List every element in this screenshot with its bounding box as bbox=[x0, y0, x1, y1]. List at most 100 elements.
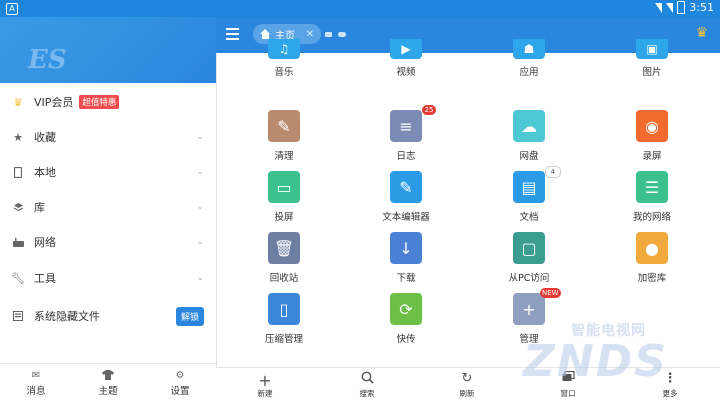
drawer-header: ES bbox=[0, 17, 216, 83]
notification-badge: 25 bbox=[422, 105, 436, 115]
grid-item-broom[interactable]: ✎ 清理 bbox=[229, 110, 339, 168]
grid-item-pc[interactable]: ▢ 从PC访问 bbox=[474, 232, 584, 290]
zip-icon: ▯ bbox=[268, 293, 300, 325]
new-button[interactable]: + 新建 bbox=[235, 371, 295, 399]
grid-item-transfer[interactable]: ⟳ 快传 bbox=[351, 293, 461, 351]
grid-item-android[interactable]: ☗ 应用 bbox=[474, 39, 584, 107]
grid-item-lock[interactable]: ● 加密库 bbox=[597, 232, 707, 290]
window-tab-icon[interactable] bbox=[325, 32, 332, 37]
theme-label: 主题 bbox=[98, 385, 118, 397]
grid-item-label: 回收站 bbox=[269, 273, 299, 284]
plus-icon: + bbox=[258, 371, 272, 390]
wrench-icon: 🔧︎ bbox=[11, 271, 25, 285]
chevron-down-icon: ⌄ bbox=[196, 202, 204, 212]
gear-icon: ⚙ bbox=[175, 369, 185, 381]
vip-crown-icon[interactable]: ♛ bbox=[695, 25, 708, 41]
menu-icon[interactable] bbox=[226, 28, 239, 40]
grid-item-label: 压缩管理 bbox=[264, 334, 303, 345]
messages-button[interactable]: ✉ 消息 bbox=[0, 364, 72, 402]
search-label: 搜索 bbox=[359, 389, 375, 398]
grid-item-download[interactable]: ↓ 下载 bbox=[351, 232, 461, 290]
wifi-icon bbox=[655, 2, 663, 13]
hidden-files-item[interactable]: 系统隐藏文件 解锁 bbox=[0, 299, 216, 333]
broom-icon: ✎ bbox=[268, 110, 300, 142]
grid-item-router[interactable]: ☰ 我的网络 bbox=[597, 171, 707, 229]
grid-item-label: 日志 bbox=[396, 151, 416, 162]
record-icon: ◉ bbox=[636, 110, 668, 142]
grid-item-cast[interactable]: ▭ 投屏 bbox=[229, 171, 339, 229]
transfer-icon: ⟳ bbox=[390, 293, 422, 325]
close-icon[interactable]: ✕ bbox=[306, 29, 314, 40]
notification-badge: NEW bbox=[540, 288, 561, 298]
grid-item-zip[interactable]: ▯ 压缩管理 bbox=[229, 293, 339, 351]
navigation-drawer: ES ♛ VIP会员 超值特惠 ★ 收藏 ⌄ 本地 ⌄ 库 ⌄ 网络 ⌄ 🔧︎ … bbox=[0, 17, 217, 402]
grid-item-edit[interactable]: ✎ 文本编辑器 bbox=[351, 171, 461, 229]
grid-item-record[interactable]: ◉ 录屏 bbox=[597, 110, 707, 168]
watermark-main: ZNDS bbox=[523, 336, 668, 387]
lock-icon: ● bbox=[636, 232, 668, 264]
grid-item-label: 加密库 bbox=[637, 273, 667, 284]
clock: 3:51 bbox=[689, 1, 714, 14]
android-icon: ☗ bbox=[513, 39, 545, 59]
drawer-item-label: 工具 bbox=[34, 272, 56, 285]
notification-badge: 4 bbox=[545, 166, 561, 178]
grid-item-label: 网盘 bbox=[519, 151, 539, 162]
grid-item-trash[interactable]: 🗑︎ 回收站 bbox=[229, 232, 339, 290]
grid-item-cloud[interactable]: ☁ 网盘 bbox=[474, 110, 584, 168]
drawer-item-favorites[interactable]: ★ 收藏 ⌄ bbox=[0, 120, 216, 154]
router-icon: ☰ bbox=[636, 171, 668, 203]
grid-item-label: 文档 bbox=[519, 212, 539, 223]
grid-item-label: 清理 bbox=[274, 151, 294, 162]
video-icon: ▶ bbox=[390, 39, 422, 59]
settings-button[interactable]: ⚙ 设置 bbox=[144, 364, 216, 402]
battery-icon bbox=[677, 1, 686, 14]
grid-item-music[interactable]: ♫ 音乐 bbox=[229, 39, 339, 107]
vip-promo-badge: 超值特惠 bbox=[79, 95, 120, 109]
grid-item-label: 图片 bbox=[642, 67, 662, 78]
home-icon bbox=[260, 29, 271, 39]
message-icon: ✉ bbox=[31, 369, 41, 381]
messages-label: 消息 bbox=[26, 385, 46, 397]
grid-item-label: 快传 bbox=[396, 334, 416, 345]
drawer-item-tools[interactable]: 🔧︎ 工具 ⌄ bbox=[0, 261, 216, 295]
chevron-down-icon: ⌄ bbox=[196, 132, 204, 142]
layers-icon bbox=[12, 201, 24, 213]
drawer-item-library[interactable]: 库 ⌄ bbox=[0, 190, 216, 224]
vip-item[interactable]: ♛ VIP会员 超值特惠 bbox=[0, 85, 216, 119]
grid-item-document[interactable]: ▤ 4 文档 bbox=[474, 166, 584, 229]
drawer-item-label: 库 bbox=[34, 201, 45, 214]
hidden-file-icon bbox=[12, 310, 24, 322]
grid-item-label: 投屏 bbox=[274, 212, 294, 223]
refresh-button[interactable]: ↻ 刷新 bbox=[437, 371, 497, 399]
grid-item-label: 录屏 bbox=[642, 151, 662, 162]
drawer-item-network[interactable]: 网络 ⌄ bbox=[0, 225, 216, 259]
es-logo: ES bbox=[28, 45, 67, 75]
unlock-button[interactable]: 解锁 bbox=[175, 306, 204, 326]
notification-icon: A bbox=[6, 3, 18, 15]
trash-icon: 🗑︎ bbox=[268, 232, 300, 264]
search-icon bbox=[337, 371, 397, 388]
star-icon: ★ bbox=[13, 130, 23, 144]
grid-item-label: 下载 bbox=[396, 273, 416, 284]
shirt-icon bbox=[102, 369, 114, 383]
theme-button[interactable]: 主题 bbox=[72, 364, 144, 402]
image-icon: ▣ bbox=[636, 39, 668, 59]
edit-icon: ✎ bbox=[390, 171, 422, 203]
cloud-tab-icon[interactable] bbox=[338, 32, 346, 37]
new-label: 新建 bbox=[257, 389, 273, 398]
grid-item-video[interactable]: ▶ 视频 bbox=[351, 39, 461, 107]
music-icon: ♫ bbox=[268, 39, 300, 59]
chevron-down-icon: ⌄ bbox=[196, 167, 204, 177]
pc-icon: ▢ bbox=[513, 232, 545, 264]
network-icon bbox=[12, 236, 24, 248]
grid-item-log[interactable]: ≡ 25 日志 bbox=[351, 105, 461, 168]
signal-icon bbox=[666, 2, 674, 13]
search-button[interactable]: 搜索 bbox=[337, 371, 397, 399]
phone-icon bbox=[12, 166, 24, 178]
grid-item-image[interactable]: ▣ 图片 bbox=[597, 39, 707, 107]
drawer-item-local[interactable]: 本地 ⌄ bbox=[0, 155, 216, 189]
refresh-icon: ↻ bbox=[461, 371, 473, 386]
log-icon: ≡ bbox=[390, 110, 422, 142]
znds-watermark: 智能电视网 ZNDS bbox=[523, 320, 713, 390]
hidden-files-label: 系统隐藏文件 bbox=[34, 310, 100, 323]
